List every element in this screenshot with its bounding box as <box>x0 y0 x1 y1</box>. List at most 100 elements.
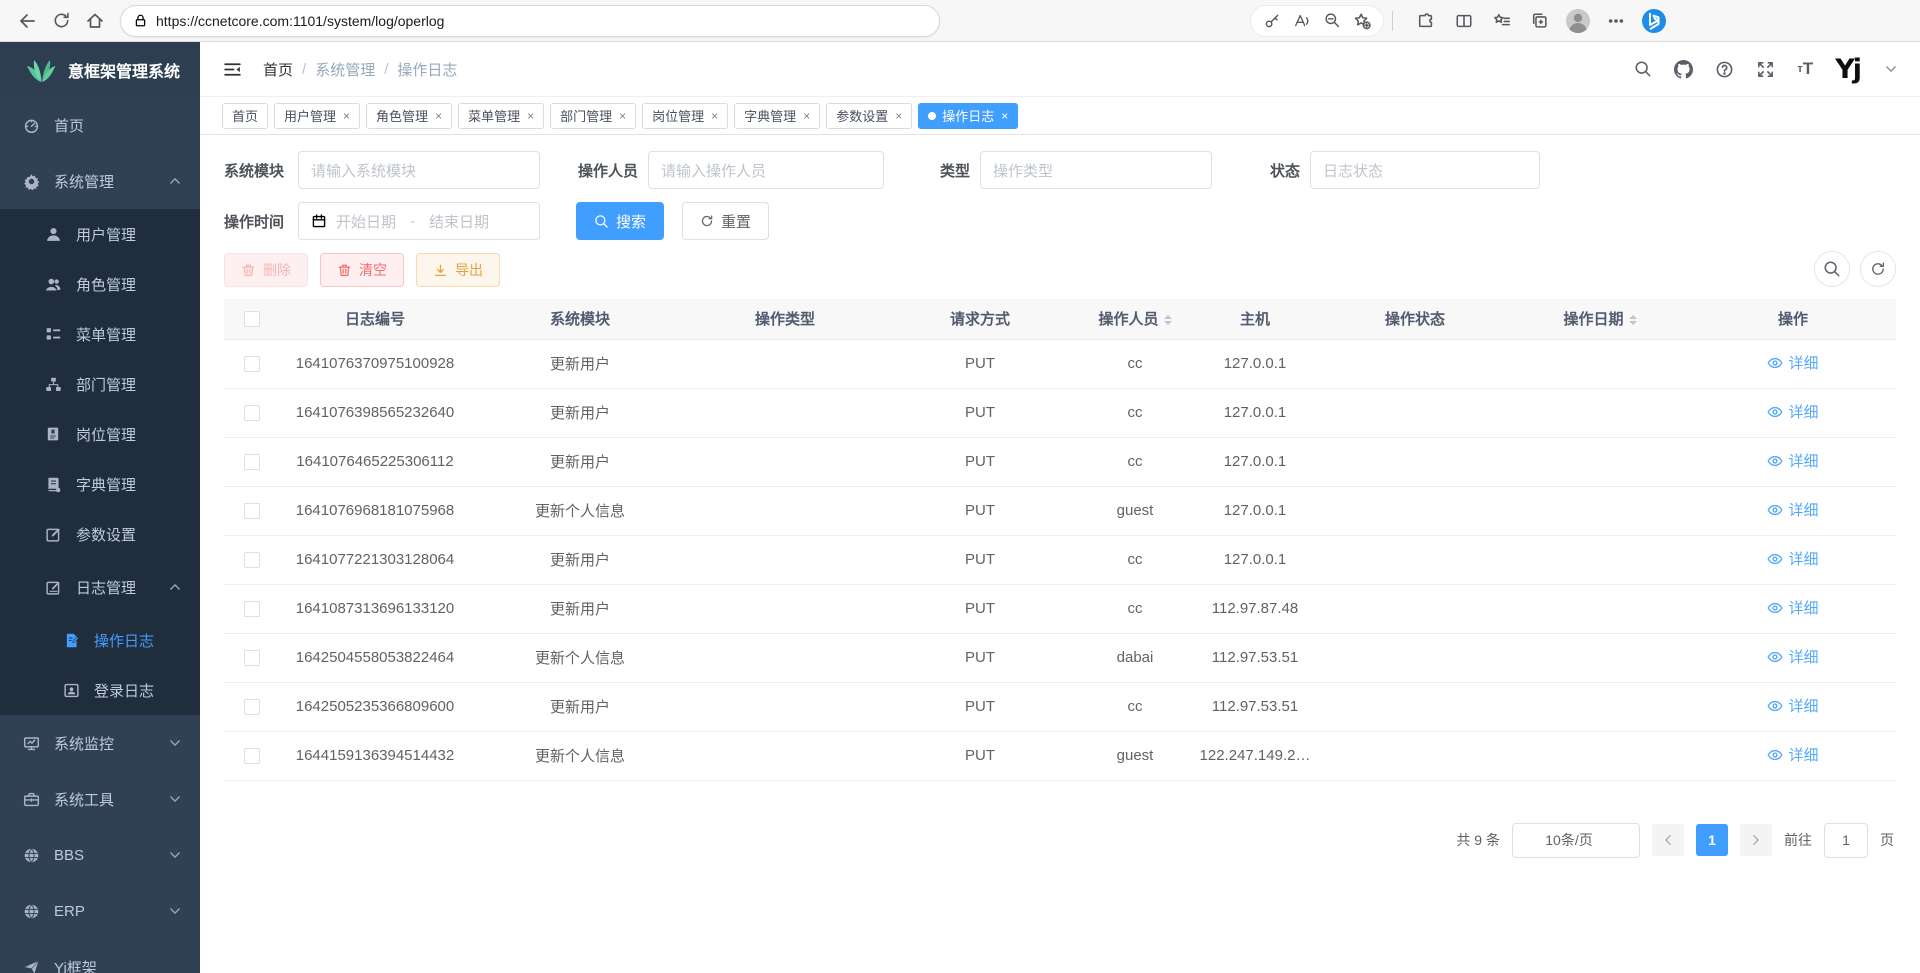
tab-操作日志[interactable]: 操作日志× <box>918 103 1018 129</box>
row-checkbox[interactable] <box>244 699 260 715</box>
detail-link[interactable]: 详细 <box>1767 597 1818 618</box>
detail-link[interactable]: 详细 <box>1767 548 1818 569</box>
sort-carets-icon[interactable] <box>1164 311 1172 329</box>
tab-字典管理[interactable]: 字典管理× <box>734 103 820 129</box>
sidebar-item-BBS[interactable]: BBS <box>0 827 200 883</box>
more-icon[interactable] <box>1597 4 1635 38</box>
profile-avatar[interactable] <box>1559 4 1597 38</box>
sidebar-item-岗位管理[interactable]: 岗位管理 <box>0 409 200 459</box>
chevron-up-icon <box>168 174 182 188</box>
show-search-button[interactable] <box>1814 251 1850 287</box>
row-checkbox[interactable] <box>244 601 260 617</box>
row-checkbox[interactable] <box>244 650 260 666</box>
refresh-table-button[interactable] <box>1860 251 1896 287</box>
tab-菜单管理[interactable]: 菜单管理× <box>458 103 544 129</box>
tab-close-icon[interactable]: × <box>435 109 442 123</box>
sidebar-toggle-icon[interactable] <box>222 59 243 80</box>
current-page-button[interactable]: 1 <box>1696 824 1728 856</box>
font-size-icon[interactable]: тT <box>1797 59 1813 79</box>
detail-link[interactable]: 详细 <box>1767 450 1818 471</box>
detail-link[interactable]: 详细 <box>1767 646 1818 667</box>
user-avatar-logo[interactable]: Yj <box>1835 56 1860 83</box>
tab-close-icon[interactable]: × <box>619 109 626 123</box>
zoom-out-icon[interactable] <box>1317 4 1347 38</box>
sidebar-item-系统监控[interactable]: 系统监控 <box>0 715 200 771</box>
sidebar-item-首页[interactable]: 首页 <box>0 97 200 153</box>
refresh-icon[interactable] <box>44 4 78 38</box>
row-checkbox[interactable] <box>244 405 260 421</box>
sidebar-item-用户管理[interactable]: 用户管理 <box>0 209 200 259</box>
sidebar-item-系统工具[interactable]: 系统工具 <box>0 771 200 827</box>
sidebar-item-日志管理[interactable]: 日志管理 <box>0 559 200 615</box>
column-header-操作人员[interactable]: 操作人员 <box>1080 299 1190 339</box>
detail-link[interactable]: 详细 <box>1767 401 1818 422</box>
tab-用户管理[interactable]: 用户管理× <box>274 103 360 129</box>
type-select[interactable]: 操作类型 <box>980 151 1212 189</box>
fullscreen-icon[interactable] <box>1756 60 1775 79</box>
operator-input[interactable]: 请输入操作人员 <box>648 151 884 189</box>
tab-close-icon[interactable]: × <box>343 109 350 123</box>
home-icon[interactable] <box>78 4 112 38</box>
export-button[interactable]: 导出 <box>416 253 500 287</box>
cell-op_type <box>690 388 880 437</box>
delete-button[interactable]: 删除 <box>224 253 308 287</box>
row-checkbox[interactable] <box>244 503 260 519</box>
sidebar-item-操作日志[interactable]: 操作日志 <box>0 615 200 665</box>
column-header-操作日期[interactable]: 操作日期 <box>1510 299 1690 339</box>
detail-link[interactable]: 详细 <box>1767 499 1818 520</box>
sidebar-item-系统管理[interactable]: 系统管理 <box>0 153 200 209</box>
header-actions: тT Yj <box>1634 56 1898 83</box>
sidebar-item-部门管理[interactable]: 部门管理 <box>0 359 200 409</box>
help-icon[interactable] <box>1715 60 1734 79</box>
detail-link[interactable]: 详细 <box>1767 352 1818 373</box>
goto-page-input[interactable]: 1 <box>1824 823 1868 858</box>
extensions-icon[interactable] <box>1407 4 1445 38</box>
clear-button[interactable]: 清空 <box>320 253 404 287</box>
date-range-input[interactable]: 开始日期 - 结束日期 <box>298 202 540 240</box>
back-icon[interactable] <box>10 4 44 38</box>
sidebar-item-参数设置[interactable]: 参数设置 <box>0 509 200 559</box>
bing-icon[interactable] <box>1635 4 1673 38</box>
tab-close-icon[interactable]: × <box>1001 109 1008 123</box>
sidebar-item-Yi框架[interactable]: Yi框架 <box>0 939 200 973</box>
split-screen-icon[interactable] <box>1445 4 1483 38</box>
github-icon[interactable] <box>1674 60 1693 79</box>
key-icon[interactable] <box>1257 4 1287 38</box>
tab-参数设置[interactable]: 参数设置× <box>826 103 912 129</box>
sidebar-item-ERP[interactable]: ERP <box>0 883 200 939</box>
row-checkbox[interactable] <box>244 454 260 470</box>
prev-page-button[interactable] <box>1652 824 1684 856</box>
search-button[interactable]: 搜索 <box>576 202 664 240</box>
row-checkbox[interactable] <box>244 356 260 372</box>
tab-close-icon[interactable]: × <box>711 109 718 123</box>
module-input[interactable]: 请输入系统模块 <box>298 151 540 189</box>
page-size-select[interactable]: 10条/页 <box>1512 823 1640 858</box>
tab-首页[interactable]: 首页 <box>222 103 268 129</box>
favorite-add-icon[interactable] <box>1347 4 1377 38</box>
reset-button[interactable]: 重置 <box>682 202 769 240</box>
breadcrumb-item[interactable]: 首页 <box>263 59 293 80</box>
detail-link[interactable]: 详细 <box>1767 695 1818 716</box>
address-bar[interactable]: https://ccnetcore.com:1101/system/log/op… <box>120 5 940 37</box>
row-checkbox[interactable] <box>244 748 260 764</box>
read-aloud-icon[interactable] <box>1287 4 1317 38</box>
tab-部门管理[interactable]: 部门管理× <box>550 103 636 129</box>
sidebar-item-角色管理[interactable]: 角色管理 <box>0 259 200 309</box>
favorites-icon[interactable] <box>1483 4 1521 38</box>
next-page-button[interactable] <box>1740 824 1772 856</box>
search-icon[interactable] <box>1634 60 1652 78</box>
tab-角色管理[interactable]: 角色管理× <box>366 103 452 129</box>
sidebar-item-登录日志[interactable]: 登录日志 <box>0 665 200 715</box>
sort-carets-icon[interactable] <box>1629 311 1637 329</box>
select-all-checkbox[interactable] <box>244 311 260 327</box>
tab-close-icon[interactable]: × <box>527 109 534 123</box>
sidebar-item-字典管理[interactable]: 字典管理 <box>0 459 200 509</box>
tab-岗位管理[interactable]: 岗位管理× <box>642 103 728 129</box>
tab-close-icon[interactable]: × <box>895 109 902 123</box>
collections-icon[interactable] <box>1521 4 1559 38</box>
row-checkbox[interactable] <box>244 552 260 568</box>
tab-close-icon[interactable]: × <box>803 109 810 123</box>
detail-link[interactable]: 详细 <box>1767 744 1818 765</box>
status-select[interactable]: 日志状态 <box>1310 151 1540 189</box>
sidebar-item-菜单管理[interactable]: 菜单管理 <box>0 309 200 359</box>
